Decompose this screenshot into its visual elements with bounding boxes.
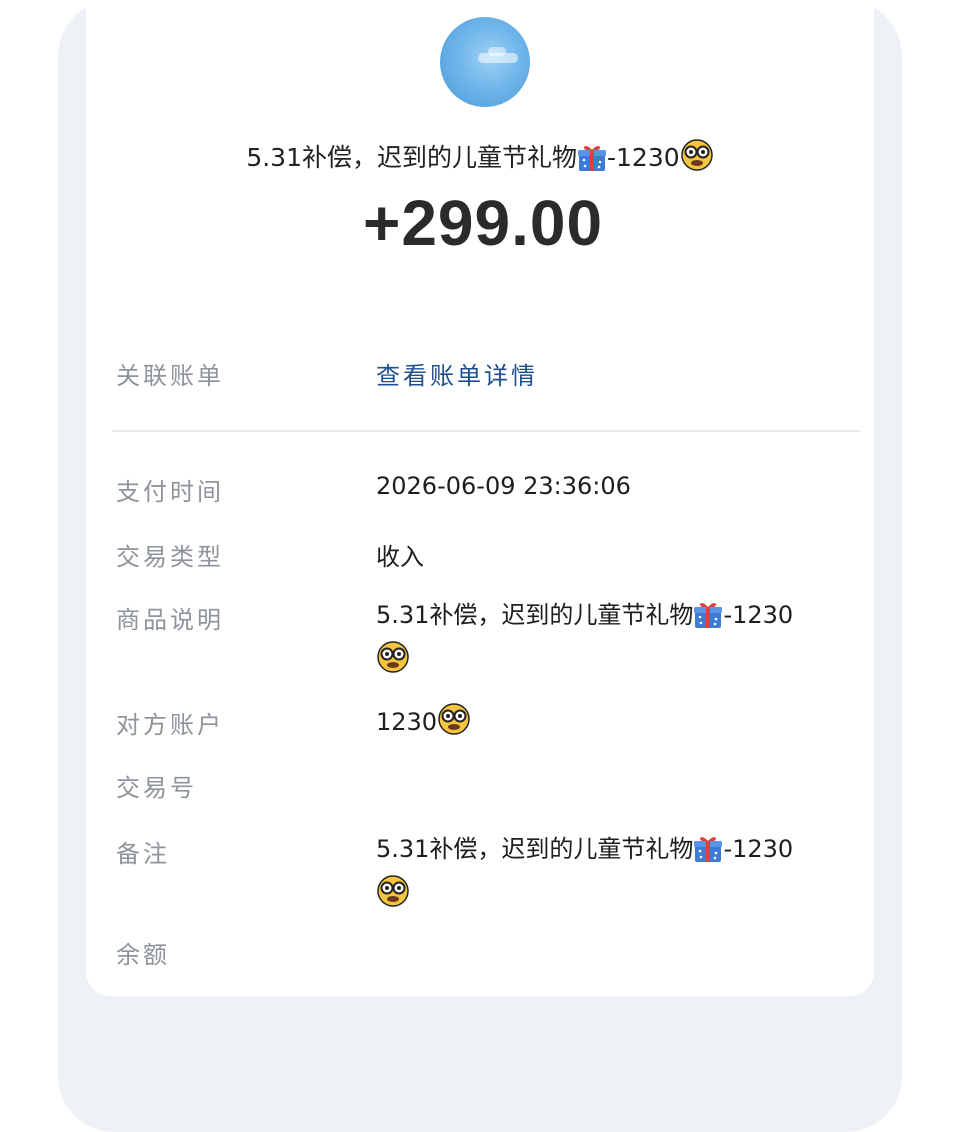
gift-icon	[577, 144, 607, 178]
remark-text: 5.31补偿，迟到的儿童节礼物	[376, 835, 694, 863]
nerd-face-icon	[680, 138, 714, 178]
counterparty-text: 1230	[376, 708, 438, 736]
trade-type-value: 收入	[376, 543, 424, 571]
product-desc-label: 商品说明	[116, 606, 224, 634]
nerd-face-icon	[376, 874, 410, 919]
transaction-title-suffix: -1230	[607, 143, 680, 172]
remark-suffix: -1230	[723, 835, 794, 863]
product-desc-suffix: -1230	[723, 601, 794, 629]
avatar-cloud-small	[488, 47, 506, 56]
gift-icon	[693, 601, 723, 640]
product-desc-text: 5.31补偿，迟到的儿童节礼物	[376, 601, 694, 629]
counterparty-label: 对方账户	[116, 711, 224, 739]
gift-icon	[693, 835, 723, 874]
transaction-title: 5.31补偿，迟到的儿童节礼物 -1230	[0, 138, 960, 178]
remark-label: 备注	[116, 840, 170, 868]
avatar	[440, 17, 530, 107]
product-desc-value: 5.31补偿，迟到的儿童节礼物 -1230	[376, 596, 860, 685]
view-bill-details-link[interactable]: 查看账单详情	[376, 356, 538, 391]
linked-bill-label: 关联账单	[116, 362, 224, 390]
pay-time-value: 2026-06-09 23:36:06	[376, 472, 631, 500]
remark-value: 5.31补偿，迟到的儿童节礼物 -1230	[376, 830, 860, 919]
divider	[112, 430, 860, 432]
transaction-title-text: 5.31补偿，迟到的儿童节礼物	[246, 143, 577, 172]
counterparty-value: 1230	[376, 702, 471, 742]
trade-no-label: 交易号	[116, 774, 197, 802]
pay-time-label: 支付时间	[116, 478, 224, 506]
nerd-face-icon	[376, 640, 410, 685]
balance-label: 余额	[116, 941, 170, 969]
trade-type-label: 交易类型	[116, 543, 224, 571]
nerd-face-icon	[437, 702, 471, 742]
transaction-amount: +299.00	[362, 187, 604, 259]
